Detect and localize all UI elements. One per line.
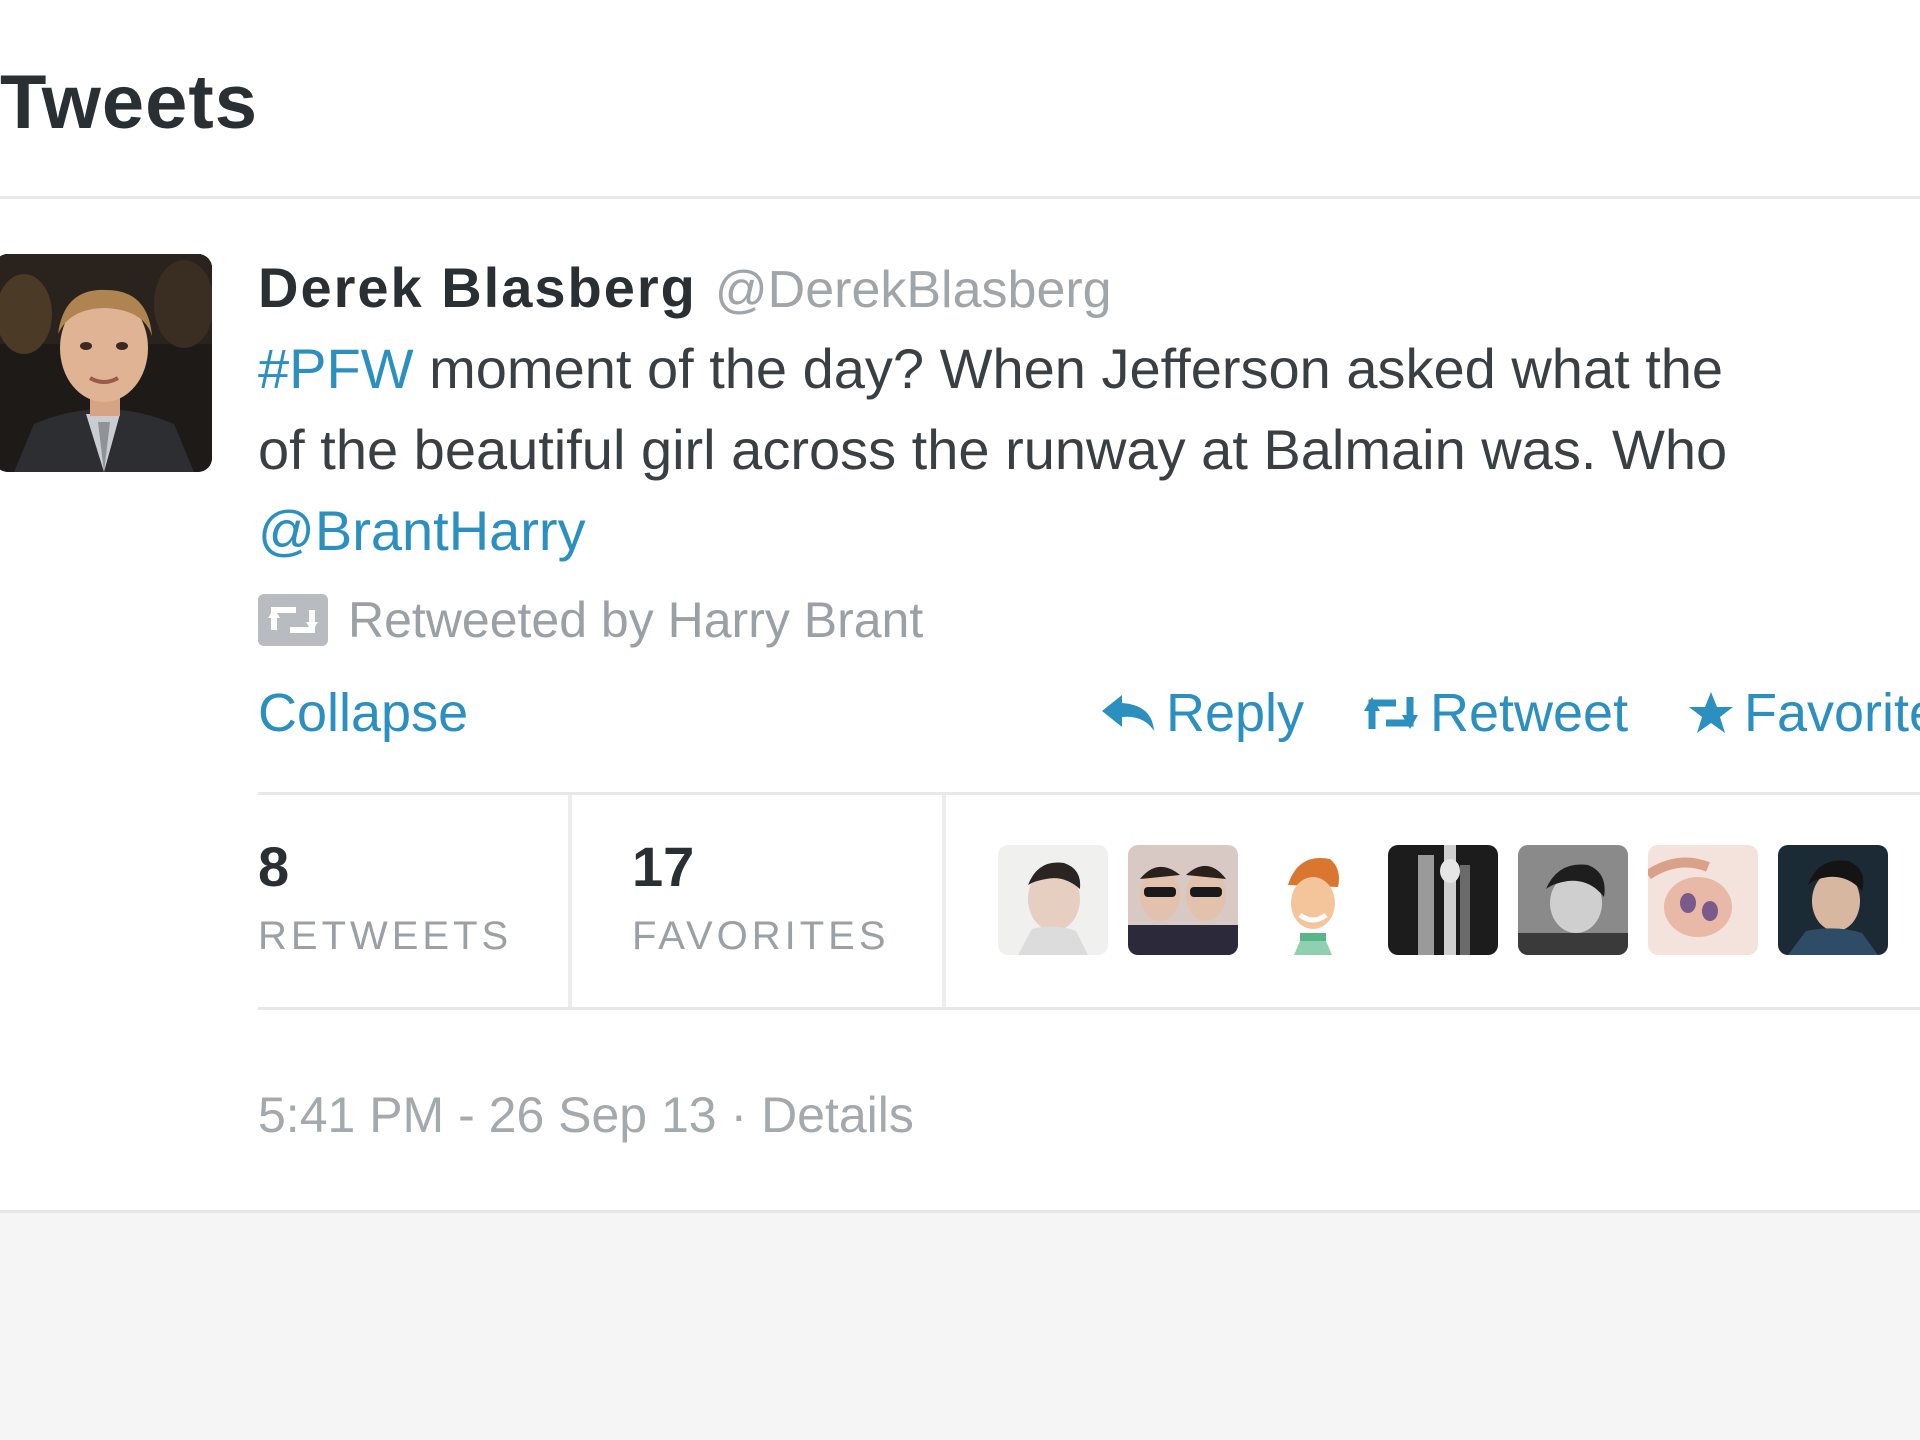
- favorites-label: FAVORITES: [632, 914, 890, 958]
- favoriter-avatar[interactable]: [1258, 845, 1368, 955]
- star-icon: [1689, 692, 1733, 733]
- favoriter-avatar[interactable]: [1128, 845, 1238, 955]
- tweets-card: Tweets Derek Blasberg @DerekBlasberg #PF…: [0, 0, 1920, 1213]
- favoriter-avatar[interactable]: [998, 845, 1108, 955]
- author-name[interactable]: Derek Blasberg: [258, 256, 697, 319]
- avatar-image: [0, 254, 212, 472]
- tweet-timestamp-row: 5:41 PM - 26 Sep 13 · Details: [258, 1080, 914, 1150]
- favoriter-avatar[interactable]: [1518, 845, 1628, 955]
- timestamp-separator: ·: [716, 1087, 762, 1143]
- tweet-text-line: @BrantHarry: [258, 490, 1920, 571]
- favorites-count: 17: [632, 835, 695, 898]
- reply-label: Reply: [1166, 683, 1305, 743]
- tweet-timestamp[interactable]: 5:41 PM - 26 Sep 13: [258, 1087, 717, 1143]
- retweets-count: 8: [258, 835, 290, 898]
- stats-divider: [568, 795, 572, 1007]
- tweet-stats: 8 RETWEETS 17 FAVORITES: [258, 792, 1920, 1010]
- favoriter-avatar[interactable]: [1388, 845, 1498, 955]
- retweet-box-icon: [258, 594, 328, 646]
- mention-link[interactable]: @BrantHarry: [258, 499, 586, 562]
- reply-button[interactable]: Reply: [1100, 673, 1304, 753]
- author-avatar[interactable]: [0, 254, 212, 472]
- tweet-text-line: #PFW moment of the day? When Jefferson a…: [258, 328, 1920, 409]
- tweet-text-segment: of the beautiful girl across the runway …: [258, 418, 1728, 481]
- favoriter-avatar[interactable]: [1778, 845, 1888, 955]
- reply-arrow-icon: [1102, 695, 1154, 731]
- retweet-icon: [1364, 697, 1418, 729]
- retweets-label: RETWEETS: [258, 914, 513, 958]
- retweeted-by: Retweeted by Harry Brant: [258, 585, 1920, 655]
- page: Tweets Derek Blasberg @DerekBlasberg #PF…: [0, 0, 1920, 1440]
- retweet-button[interactable]: Retweet: [1362, 673, 1628, 753]
- favorite-button[interactable]: Favorite: [1688, 673, 1920, 753]
- tweet-actions: Collapse Reply Retweet Favorite: [258, 673, 1920, 753]
- details-link[interactable]: Details: [761, 1087, 914, 1143]
- author-handle[interactable]: @DerekBlasberg: [715, 261, 1112, 319]
- tweets-header: Tweets: [0, 0, 1920, 199]
- collapse-link[interactable]: Collapse: [258, 673, 468, 753]
- page-title: Tweets: [0, 60, 259, 145]
- stats-divider: [942, 795, 946, 1007]
- retweet-label: Retweet: [1430, 683, 1629, 743]
- retweeted-by-text[interactable]: Retweeted by Harry Brant: [348, 585, 923, 655]
- favoriter-avatar[interactable]: [1648, 845, 1758, 955]
- tweet-text-line: of the beautiful girl across the runway …: [258, 409, 1920, 490]
- favorite-label: Favorite: [1744, 683, 1920, 743]
- tweet: Derek Blasberg @DerekBlasberg #PFW moment…: [258, 248, 1920, 743]
- tweet-text: #PFW moment of the day? When Jefferson a…: [258, 328, 1920, 571]
- author-line: Derek Blasberg @DerekBlasberg: [258, 248, 1920, 328]
- tweet-text-segment: moment of the day? When Jefferson asked …: [413, 337, 1724, 400]
- hashtag-link[interactable]: #PFW: [258, 337, 414, 400]
